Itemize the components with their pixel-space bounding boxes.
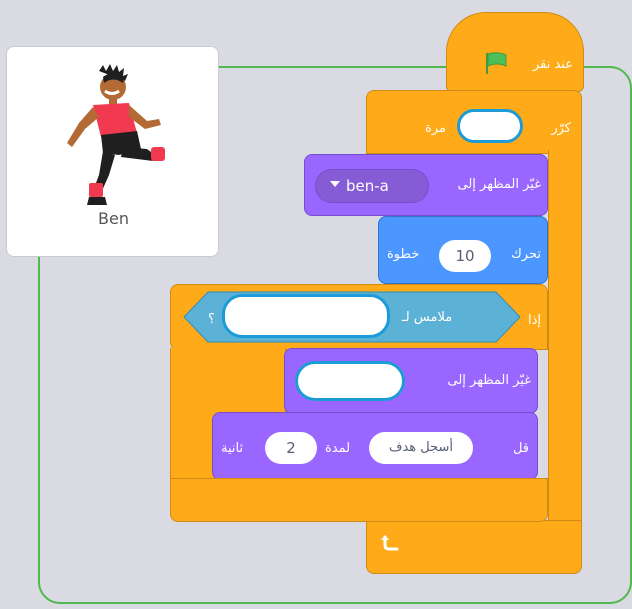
move-label: تحرك [511, 247, 541, 262]
repeat-block[interactable]: كرّر مرة [366, 90, 582, 154]
touching-label: ملامس لـ [402, 310, 453, 325]
repeat-label: كرّر [551, 121, 571, 136]
repeat-block-arm [548, 150, 582, 530]
say-for-secs-block[interactable]: قل أسجل هدف لمدة 2 ثانية [212, 412, 538, 480]
switch-costume-block-2[interactable]: غيّر المظهر إلى [284, 348, 538, 414]
if-block-bottom [170, 478, 548, 522]
costume-dropdown[interactable]: ben-a [315, 169, 429, 203]
if-label: إذا [527, 313, 541, 328]
dropdown-arrow-icon [330, 181, 340, 187]
switch-costume-label: غيّر المظهر إلى [457, 177, 541, 192]
say-secs-input[interactable]: 2 [265, 432, 317, 464]
ben-sprite-icon [67, 64, 165, 205]
sprite-thumbnail[interactable]: Ben [6, 46, 219, 257]
say-text-input[interactable]: أسجل هدف [369, 432, 473, 464]
switch-costume-block[interactable]: غيّر المظهر إلى ben-a [304, 154, 548, 216]
repeat-count-input[interactable] [457, 109, 523, 143]
move-steps-block[interactable]: تحرك 10 خطوة [378, 216, 548, 284]
costume-value: ben-a [346, 177, 389, 195]
move-steps-input[interactable]: 10 [439, 240, 491, 272]
loop-arrow-icon [381, 535, 399, 551]
repeat-block-bottom [366, 520, 582, 574]
costume-input[interactable] [295, 361, 405, 401]
question-mark: ؟ [208, 312, 215, 327]
green-flag-icon [486, 52, 507, 74]
steps-label: خطوة [387, 247, 420, 262]
hat-label: عند نقر [532, 57, 573, 72]
sprite-name-label: Ben [98, 209, 129, 228]
when-flag-clicked-block[interactable]: عند نقر [446, 12, 584, 92]
repeat-times-label: مرة [425, 121, 446, 136]
secs-label: ثانية [221, 441, 244, 456]
touching-target-input[interactable] [222, 294, 390, 338]
switch-costume-label-2: غيّر المظهر إلى [447, 373, 531, 388]
for-label: لمدة [325, 441, 351, 456]
say-label: قل [512, 441, 529, 456]
